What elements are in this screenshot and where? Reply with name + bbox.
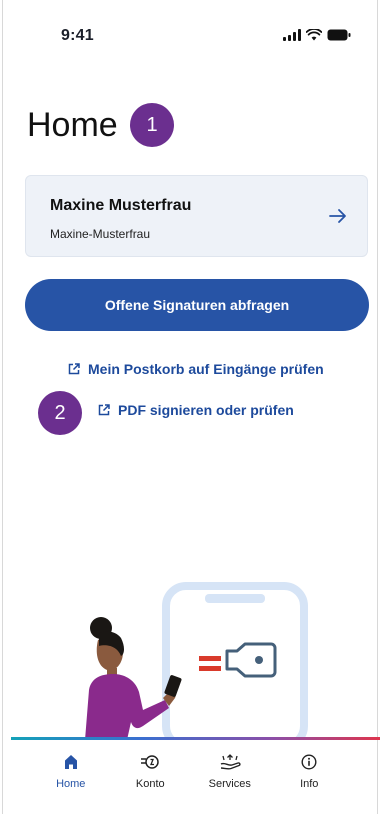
tab-konto[interactable]: Konto xyxy=(119,740,181,814)
postkorb-link-label: Mein Postkorb auf Eingänge prüfen xyxy=(88,361,324,377)
tab-home[interactable]: Home xyxy=(40,740,102,814)
status-icons xyxy=(283,29,351,41)
battery-icon xyxy=(327,29,351,41)
page-title: Home xyxy=(27,106,118,144)
services-icon xyxy=(219,752,241,772)
phone-user-illustration xyxy=(3,560,379,750)
step-badge-1: 1 xyxy=(130,103,174,147)
profile-name: Maxine Musterfrau xyxy=(50,197,192,214)
pdf-link-label: PDF signieren oder prüfen xyxy=(118,402,294,418)
account-icon xyxy=(140,752,160,772)
profile-card[interactable]: Maxine Musterfrau Maxine-Musterfrau xyxy=(25,175,368,257)
tab-label-konto: Konto xyxy=(135,778,165,790)
tab-label-info: Info xyxy=(300,778,319,790)
postkorb-link[interactable]: Mein Postkorb auf Eingänge prüfen xyxy=(68,361,324,377)
external-link-icon xyxy=(98,404,110,416)
arrow-right-icon xyxy=(329,208,347,229)
status-time: 9:41 xyxy=(61,27,94,44)
tab-label-services: Services xyxy=(208,778,251,790)
bottom-tab-bar: Home Konto Services Info xyxy=(3,740,377,814)
tab-services[interactable]: Services xyxy=(199,740,261,814)
tab-label-home: Home xyxy=(56,778,86,790)
profile-username: Maxine-Musterfrau xyxy=(50,227,151,241)
pdf-link[interactable]: PDF signieren oder prüfen xyxy=(98,402,294,418)
external-link-icon xyxy=(68,363,80,375)
wifi-icon xyxy=(306,29,322,41)
step-badge-2: 2 xyxy=(38,391,82,435)
status-bar: 9:41 xyxy=(3,0,377,70)
home-icon xyxy=(64,752,78,772)
signal-icon xyxy=(283,29,301,41)
query-signatures-button[interactable]: Offene Signaturen abfragen xyxy=(25,279,369,331)
app-screen: 9:41 Home 1 Maxine Musterfrau Maxine-Mus… xyxy=(2,0,380,814)
info-icon xyxy=(301,752,317,772)
tab-info[interactable]: Info xyxy=(278,740,340,814)
